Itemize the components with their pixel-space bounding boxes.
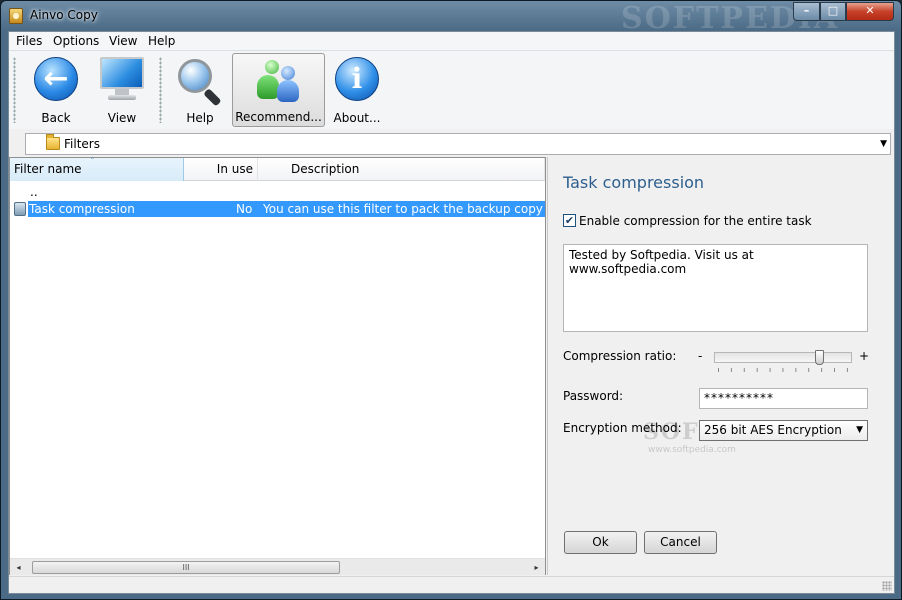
toolbar: Back View Help xyxy=(9,51,894,129)
view-label: View xyxy=(107,111,137,125)
sort-ascending-icon: ˄ xyxy=(90,157,95,167)
menu-help[interactable]: Help xyxy=(148,34,175,48)
client-area: Files Options View Help Back View xyxy=(8,31,895,594)
password-label: Password: xyxy=(563,389,624,403)
encryption-method-label: Encryption method: xyxy=(563,421,682,435)
row-name: Task compression xyxy=(29,202,135,216)
maximize-button[interactable]: □ xyxy=(820,2,846,21)
help-label: Help xyxy=(186,111,214,125)
help-button[interactable]: Help xyxy=(167,53,233,127)
chevron-down-icon: ▼ xyxy=(856,425,863,435)
compression-ratio-slider[interactable] xyxy=(714,352,852,363)
people-icon xyxy=(255,58,303,104)
column-in-use[interactable]: In use xyxy=(184,158,258,181)
title-bar[interactable]: Ainvo Copy SOFTPEDIA – □ ✕ xyxy=(1,1,901,36)
back-button[interactable]: Back xyxy=(23,53,89,127)
filter-details-panel: Task compression ✔ Enable compression fo… xyxy=(547,157,894,575)
scroll-thumb[interactable]: III xyxy=(32,561,340,574)
column-headers: ˄ Filter name In use Description xyxy=(10,157,545,181)
filter-icon xyxy=(14,202,26,216)
path-label: Filters xyxy=(64,137,100,151)
path-combo[interactable]: Filters ▼ xyxy=(25,133,891,155)
slider-thumb[interactable] xyxy=(814,350,824,365)
info-icon: i xyxy=(335,57,379,101)
enable-compression-checkbox[interactable]: ✔ xyxy=(563,214,576,227)
encryption-method-select[interactable]: 256 bit AES Encryption ▼ xyxy=(699,420,868,441)
column-description[interactable]: Description xyxy=(258,158,545,181)
scroll-right-icon[interactable]: ▸ xyxy=(528,559,545,576)
view-button[interactable]: View xyxy=(89,53,155,127)
encryption-method-value: 256 bit AES Encryption xyxy=(704,423,842,437)
menu-files[interactable]: Files xyxy=(16,34,42,48)
back-arrow-icon xyxy=(34,57,78,101)
magnifier-globe-icon xyxy=(176,57,224,107)
softpedia-watermark-url: www.softpedia.com xyxy=(648,445,736,455)
monitor-icon xyxy=(100,57,144,101)
recommend-label: Recommend... xyxy=(235,110,322,124)
table-row-selected[interactable]: Task compression No You can use this fil… xyxy=(10,201,545,217)
slider-plus-label: + xyxy=(859,349,870,363)
row-in-use: No xyxy=(236,202,253,216)
toolbar-grip-2[interactable] xyxy=(159,57,162,123)
status-bar xyxy=(9,576,894,593)
horizontal-scrollbar[interactable]: ◂ III ▸ xyxy=(10,558,545,575)
scroll-left-icon[interactable]: ◂ xyxy=(10,559,27,576)
toolbar-grip[interactable] xyxy=(13,57,16,123)
close-button[interactable]: ✕ xyxy=(846,2,894,21)
folder-icon xyxy=(46,134,60,150)
column-filter-name-label: Filter name xyxy=(14,162,82,176)
app-icon xyxy=(9,8,23,24)
filter-list[interactable]: ˄ Filter name In use Description .. Task… xyxy=(9,157,546,575)
cancel-button[interactable]: Cancel xyxy=(644,531,717,554)
slider-minus-label: - xyxy=(698,349,703,363)
comment-textarea[interactable]: Tested by Softpedia. Visit us at www.sof… xyxy=(563,244,868,332)
resize-grip-icon[interactable] xyxy=(882,581,892,591)
compression-ratio-label: Compression ratio: xyxy=(563,349,677,363)
column-filter-name[interactable]: ˄ Filter name xyxy=(10,157,184,181)
slider-ticks xyxy=(718,368,848,372)
panel-title: Task compression xyxy=(563,173,705,192)
recommend-button[interactable]: Recommend... xyxy=(232,53,325,127)
table-row[interactable]: .. xyxy=(10,184,545,200)
about-button[interactable]: i About... xyxy=(324,53,390,127)
window-title: Ainvo Copy xyxy=(30,8,98,22)
enable-compression-label[interactable]: Enable compression for the entire task xyxy=(579,214,812,228)
back-label: Back xyxy=(41,111,71,125)
ok-button[interactable]: Ok xyxy=(564,531,637,554)
app-window: Ainvo Copy SOFTPEDIA – □ ✕ Files Options… xyxy=(0,0,902,600)
menu-options[interactable]: Options xyxy=(53,34,99,48)
menu-view[interactable]: View xyxy=(109,34,137,48)
row-name: .. xyxy=(30,185,38,199)
about-label: About... xyxy=(333,111,381,125)
menu-bar: Files Options View Help xyxy=(9,32,894,51)
row-description: You can use this filter to pack the back… xyxy=(263,202,545,216)
minimize-button[interactable]: – xyxy=(793,2,820,21)
chevron-down-icon[interactable]: ▼ xyxy=(880,139,887,149)
password-field[interactable]: ********** xyxy=(699,388,868,409)
